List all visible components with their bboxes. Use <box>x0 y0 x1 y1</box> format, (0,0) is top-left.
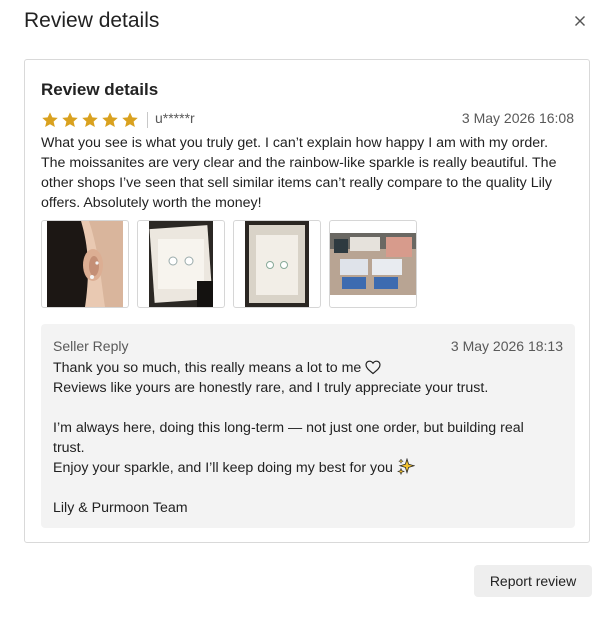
photo-earrings-box-image <box>149 221 213 307</box>
photo-earrings-closeup-image <box>245 221 309 307</box>
seller-reply-body: Thank you so much, this really means a l… <box>53 358 553 518</box>
star-icon <box>82 112 98 128</box>
rating-divider <box>147 112 148 128</box>
close-button[interactable] <box>569 10 591 32</box>
review-photos <box>41 220 417 308</box>
photo-ear-image <box>47 221 123 307</box>
seller-reply: Seller Reply 3 May 2026 18:13 Thank you … <box>41 324 575 528</box>
seller-reply-line: I’m always here, doing this long-term — … <box>53 420 524 456</box>
star-icon <box>42 112 58 128</box>
close-icon <box>575 16 585 26</box>
seller-reply-line <box>53 478 553 498</box>
sparkles-icon <box>397 458 415 475</box>
star-icon <box>122 112 138 128</box>
seller-reply-date: 3 May 2026 18:13 <box>450 338 563 354</box>
review-card: Review details u*****r 3 May 2026 16:08 … <box>24 59 590 543</box>
review-photo-earrings-closeup[interactable] <box>233 220 321 308</box>
star-icon <box>102 112 118 128</box>
reviewer-name: u*****r <box>155 110 195 126</box>
review-photo-ear[interactable] <box>41 220 129 308</box>
star-rating <box>41 111 139 129</box>
heart-icon <box>365 360 381 375</box>
photo-packaging-image <box>330 233 416 295</box>
review-photo-earrings-box[interactable] <box>137 220 225 308</box>
seller-reply-line: Reviews like yours are honestly rare, an… <box>53 380 489 396</box>
seller-reply-line: Thank you so much, this really means a l… <box>53 358 553 378</box>
seller-reply-line: Enjoy your sparkle, and I’ll keep doing … <box>53 458 553 478</box>
seller-reply-line <box>53 398 553 418</box>
report-review-button[interactable]: Report review <box>474 565 592 597</box>
seller-reply-signature: Lily & Purmoon Team <box>53 500 188 516</box>
star-icon <box>62 112 78 128</box>
review-text: What you see is what you truly get. I ca… <box>41 135 557 211</box>
seller-reply-label: Seller Reply <box>53 338 129 354</box>
modal-title: Review details <box>24 9 160 32</box>
review-date: 3 May 2026 16:08 <box>461 110 574 126</box>
review-photo-packaging[interactable] <box>329 220 417 308</box>
review-card-title: Review details <box>41 80 159 99</box>
